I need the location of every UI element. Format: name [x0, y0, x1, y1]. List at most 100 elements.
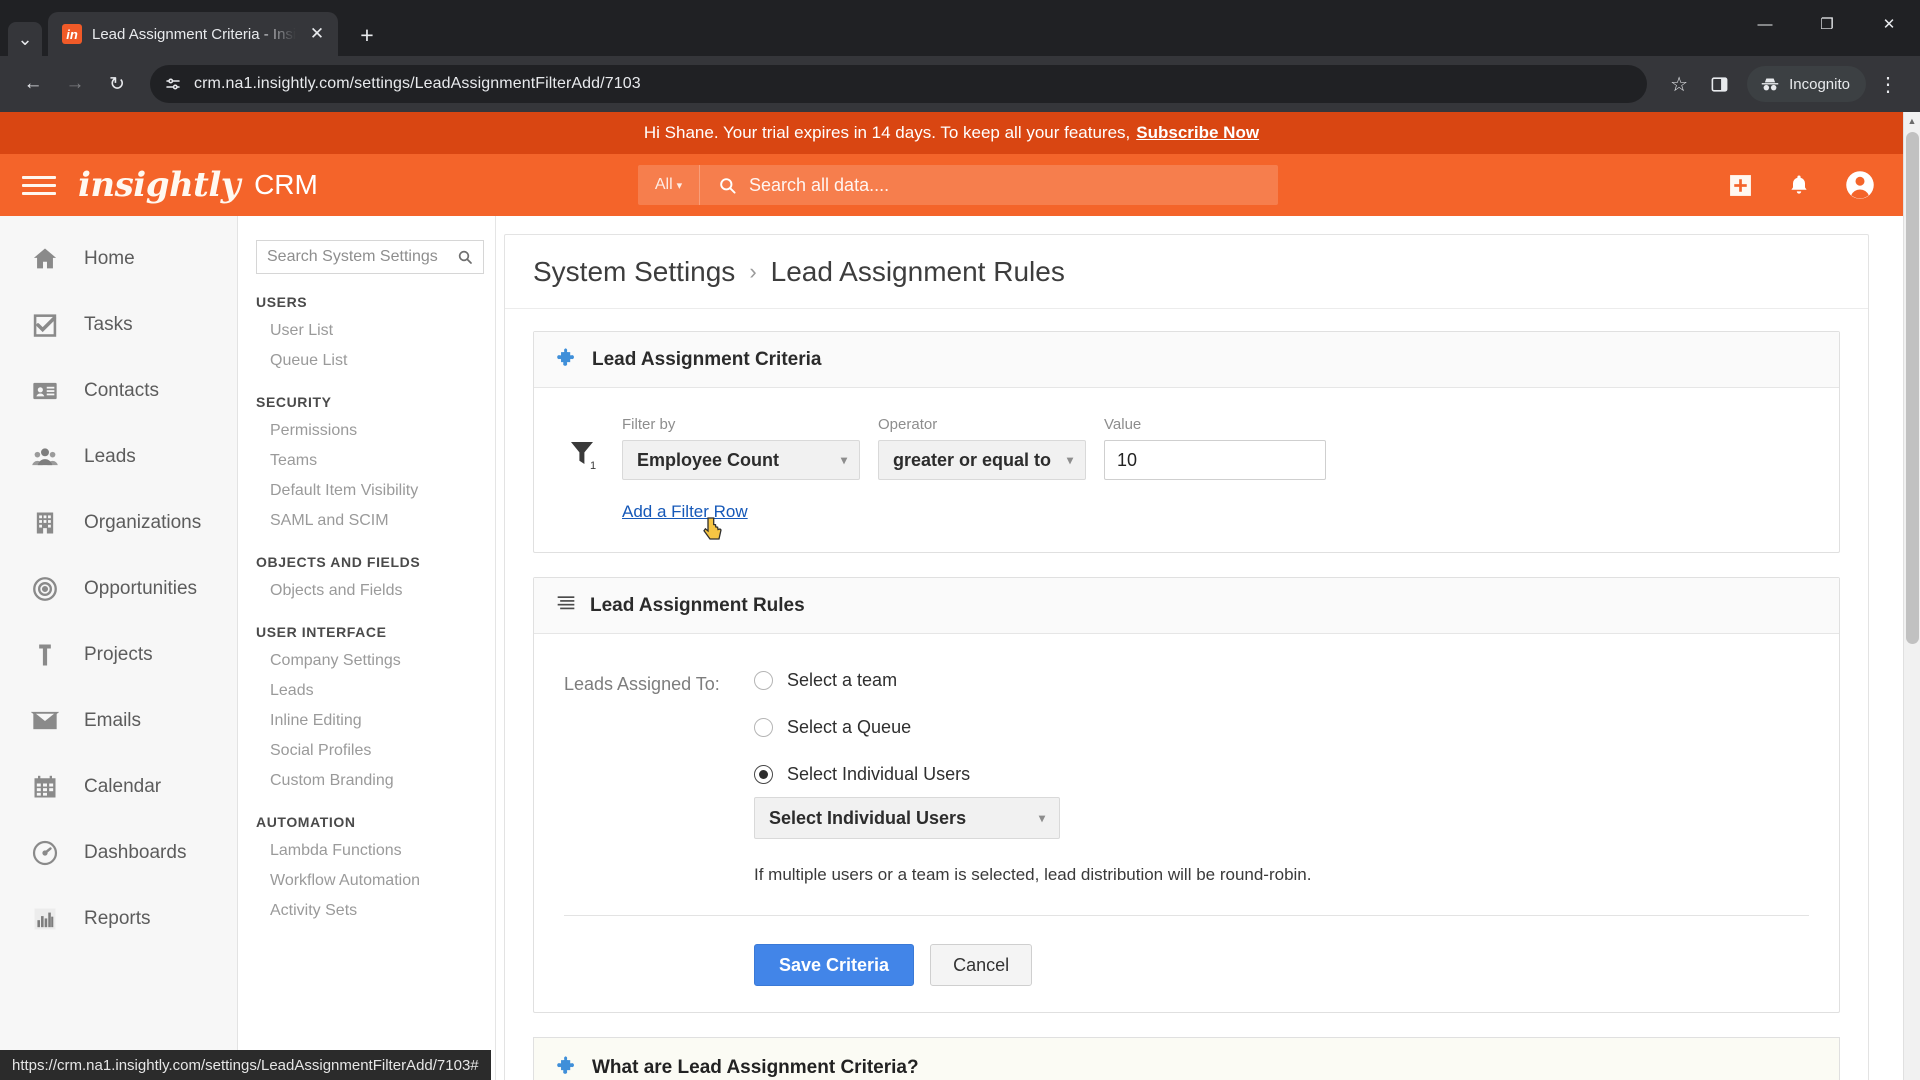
value-input[interactable]: 10: [1104, 440, 1326, 480]
subscribe-now-link[interactable]: Subscribe Now: [1136, 123, 1259, 143]
settings-link-workflow-automation[interactable]: Workflow Automation: [256, 866, 495, 896]
individual-users-select[interactable]: Select Individual Users ▾: [754, 797, 1060, 839]
notifications-icon[interactable]: [1787, 173, 1811, 197]
user-avatar[interactable]: [1845, 170, 1875, 200]
cancel-button[interactable]: Cancel: [930, 944, 1033, 986]
page-info-icon[interactable]: [164, 75, 182, 93]
save-criteria-button[interactable]: Save Criteria: [754, 944, 915, 986]
forward-icon[interactable]: →: [56, 65, 94, 103]
radio-circle-selected[interactable]: [754, 765, 773, 784]
sidebar-item-leads[interactable]: Leads: [0, 424, 237, 490]
settings-link-objects-and-fields[interactable]: Objects and Fields: [256, 576, 495, 606]
radio-option-select-a-team[interactable]: Select a team: [754, 670, 1312, 691]
scroll-up-arrow-icon[interactable]: ▲: [1904, 112, 1920, 129]
settings-link-lambda-functions[interactable]: Lambda Functions: [256, 836, 495, 866]
help-panel: What are Lead Assignment Criteria?: [533, 1037, 1840, 1080]
rules-actions: Save Criteria Cancel: [754, 944, 1809, 986]
rules-panel-header: Lead Assignment Rules: [534, 578, 1839, 634]
bookmark-star-icon[interactable]: ☆: [1661, 66, 1697, 102]
product-name: CRM: [254, 169, 318, 200]
sidebar-item-home[interactable]: Home: [0, 226, 237, 292]
radio-option-select-a-queue[interactable]: Select a Queue: [754, 717, 1312, 738]
radio-circle[interactable]: [754, 671, 773, 690]
search-input[interactable]: Search all data....: [700, 175, 1278, 196]
tab-search-button[interactable]: ⌄: [8, 22, 42, 56]
vertical-scrollbar[interactable]: ▲: [1903, 112, 1920, 1080]
sidebar-item-label: Contacts: [84, 380, 159, 401]
settings-link-leads[interactable]: Leads: [256, 676, 495, 706]
settings-link-company-settings[interactable]: Company Settings: [256, 646, 495, 676]
sidebar-item-label: Organizations: [84, 512, 202, 533]
close-window-button[interactable]: ✕: [1858, 0, 1920, 48]
settings-link-activity-sets[interactable]: Activity Sets: [256, 896, 495, 926]
sidebar-item-label: Opportunities: [84, 578, 198, 599]
search-scope-dropdown[interactable]: All ▾: [638, 165, 700, 205]
tab-strip: ⌄ in Lead Assignment Criteria - Insig ✕ …: [0, 0, 1920, 56]
browser-toolbar: ← → ↻ crm.na1.insightly.com/settings/Lea…: [0, 56, 1920, 112]
insightly-logo[interactable]: insightly: [78, 165, 241, 205]
incognito-icon: [1761, 78, 1779, 91]
add-filter-row-link[interactable]: Add a Filter Row: [622, 502, 748, 540]
puzzle-icon: [556, 1054, 578, 1080]
breadcrumb-root[interactable]: System Settings: [533, 256, 735, 288]
settings-link-inline-editing[interactable]: Inline Editing: [256, 706, 495, 736]
settings-group-objects-and-fields: OBJECTS AND FIELDS Objects and Fields: [256, 554, 495, 606]
radio-option-select-individual-users[interactable]: Select Individual Users: [754, 764, 1312, 785]
sidebar-item-organizations[interactable]: Organizations: [0, 490, 237, 556]
incognito-indicator[interactable]: Incognito: [1747, 66, 1866, 102]
back-icon[interactable]: ←: [14, 65, 52, 103]
settings-link-social-profiles[interactable]: Social Profiles: [256, 736, 495, 766]
sidebar-item-tasks[interactable]: Tasks: [0, 292, 237, 358]
sidebar-item-label: Tasks: [84, 314, 133, 335]
filter-by-select[interactable]: Employee Count ▾: [622, 440, 860, 480]
sidebar-item-reports[interactable]: Reports: [0, 886, 237, 952]
settings-group-automation: AUTOMATION Lambda Functions Workflow Aut…: [256, 814, 495, 926]
menu-toggle-button[interactable]: [22, 175, 56, 195]
settings-group-title: USERS: [256, 294, 308, 310]
puzzle-icon: [556, 346, 578, 374]
global-search[interactable]: All ▾ Search all data....: [638, 165, 1278, 205]
sidebar-item-opportunities[interactable]: Opportunities: [0, 556, 237, 622]
search-placeholder: Search all data....: [749, 174, 890, 195]
browser-tab[interactable]: in Lead Assignment Criteria - Insig ✕: [48, 12, 338, 56]
settings-group-security: SECURITY Permissions Teams Default Item …: [256, 394, 495, 536]
insightly-favicon: in: [62, 24, 82, 44]
settings-group-title: SECURITY: [256, 394, 332, 410]
sidebar-item-projects[interactable]: Projects: [0, 622, 237, 688]
scrollbar-thumb[interactable]: [1906, 132, 1919, 644]
settings-link-teams[interactable]: Teams: [256, 446, 495, 476]
minimize-button[interactable]: —: [1734, 0, 1796, 48]
close-icon[interactable]: ✕: [306, 24, 328, 44]
sidebar-item-emails[interactable]: Emails: [0, 688, 237, 754]
tab-title: Lead Assignment Criteria - Insig: [92, 25, 296, 43]
new-tab-button[interactable]: +: [350, 18, 384, 52]
left-navigation: Home Tasks Contacts Leads Organizations …: [0, 216, 238, 1080]
settings-search-input[interactable]: Search System Settings: [256, 240, 484, 274]
reload-icon[interactable]: ↻: [98, 65, 136, 103]
chevron-down-icon: ▾: [676, 179, 683, 192]
home-icon: [28, 242, 62, 276]
settings-link-custom-branding[interactable]: Custom Branding: [256, 766, 495, 796]
checkbox-icon: [28, 308, 62, 342]
settings-link-default-item-visibility[interactable]: Default Item Visibility: [256, 476, 495, 506]
address-bar[interactable]: crm.na1.insightly.com/settings/LeadAssig…: [150, 65, 1648, 103]
side-panel-icon[interactable]: [1701, 66, 1737, 102]
header-actions: [1728, 170, 1875, 200]
sidebar-item-contacts[interactable]: Contacts: [0, 358, 237, 424]
browser-menu-icon[interactable]: ⋮: [1870, 66, 1906, 102]
hammer-icon: [28, 638, 62, 672]
target-icon: [28, 572, 62, 606]
chevron-down-icon: ⌄: [17, 28, 33, 49]
settings-link-queue-list[interactable]: Queue List: [256, 346, 495, 376]
sidebar-item-calendar[interactable]: Calendar: [0, 754, 237, 820]
operator-select[interactable]: greater or equal to ▾: [878, 440, 1086, 480]
radio-circle[interactable]: [754, 718, 773, 737]
add-new-icon[interactable]: [1728, 173, 1753, 198]
breadcrumb-current: Lead Assignment Rules: [770, 255, 1065, 287]
settings-link-permissions[interactable]: Permissions: [256, 416, 495, 446]
settings-link-user-list[interactable]: User List: [256, 316, 495, 346]
sidebar-item-dashboards[interactable]: Dashboards: [0, 820, 237, 886]
add-filter-row-label: Add a Filter Row: [622, 502, 748, 521]
settings-link-saml-and-scim[interactable]: SAML and SCIM: [256, 506, 495, 536]
maximize-button[interactable]: ❐: [1796, 0, 1858, 48]
